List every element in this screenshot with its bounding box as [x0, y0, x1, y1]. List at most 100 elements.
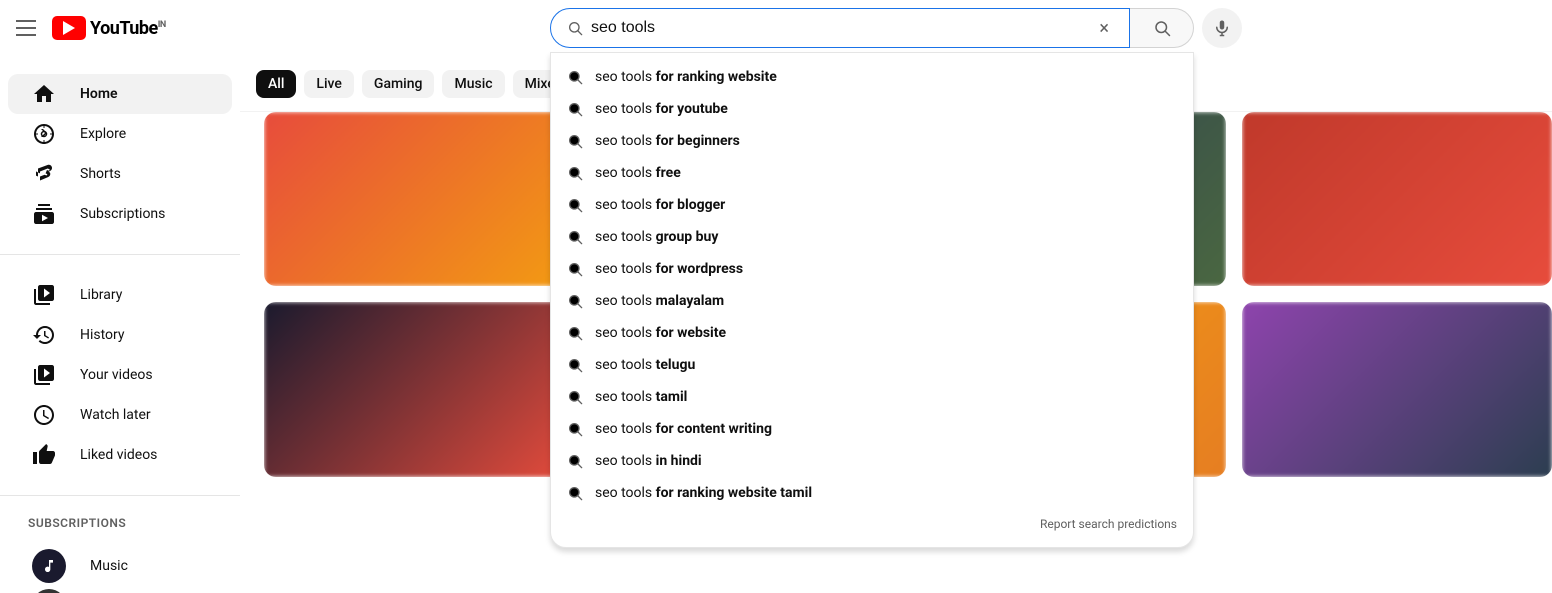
- sidebar-item-library[interactable]: Library: [8, 275, 232, 315]
- sidebar-item-your-videos[interactable]: Your videos: [8, 355, 232, 395]
- video-card-4[interactable]: [1242, 112, 1552, 286]
- suggestion-5[interactable]: seo tools for blogger: [551, 189, 1193, 221]
- chip-live[interactable]: Live: [304, 70, 353, 98]
- suggestion-search-icon: [567, 485, 583, 501]
- suggestion-4[interactable]: seo tools free: [551, 157, 1193, 189]
- sidebar-divider-1: [0, 254, 240, 255]
- suggestion-13[interactable]: seo tools in hindi: [551, 445, 1193, 477]
- video-thumb-4: [1242, 112, 1552, 286]
- search-icon-left: [567, 20, 583, 36]
- youtube-logo-icon: [52, 16, 86, 40]
- video-card-8[interactable]: [1242, 302, 1552, 476]
- clear-button[interactable]: ×: [1095, 14, 1113, 43]
- music-channel-icon: [32, 549, 66, 583]
- report-predictions[interactable]: Report search predictions: [551, 509, 1193, 539]
- sidebar-library-nav: Library History Your videos: [0, 267, 240, 483]
- suggestion-text-1: seo tools for ranking website: [595, 69, 777, 85]
- shorts-icon: [32, 162, 56, 186]
- sidebar-divider-2: [0, 495, 240, 496]
- suggestion-search-icon: [567, 389, 583, 405]
- sports-channel-icon: [32, 589, 66, 593]
- sidebar-item-liked-videos[interactable]: Liked videos: [8, 435, 232, 475]
- history-icon: [32, 323, 56, 347]
- chip-all[interactable]: All: [256, 70, 296, 98]
- suggestion-text-11: seo tools tamil: [595, 389, 687, 405]
- sidebar-item-label-library: Library: [80, 287, 122, 303]
- sidebar-item-label-subscriptions: Subscriptions: [80, 206, 165, 222]
- library-icon: [32, 283, 56, 307]
- suggestion-text-7: seo tools for wordpress: [595, 261, 743, 277]
- suggestion-text-4: seo tools free: [595, 165, 681, 181]
- suggestion-search-icon: [567, 165, 583, 181]
- video-card-5[interactable]: [264, 302, 574, 476]
- suggestion-search-icon: [567, 453, 583, 469]
- chip-music[interactable]: Music: [442, 70, 504, 98]
- sidebar-item-home[interactable]: Home: [8, 74, 232, 114]
- search-input[interactable]: [591, 19, 1095, 37]
- suggestion-search-icon: [567, 229, 583, 245]
- topbar-left: YouTubeIN: [0, 16, 240, 40]
- home-icon: [32, 82, 56, 106]
- suggestion-10[interactable]: seo tools telugu: [551, 349, 1193, 381]
- sidebar-item-subscriptions[interactable]: Subscriptions: [8, 194, 232, 234]
- sidebar-item-explore[interactable]: Explore: [8, 114, 232, 154]
- sidebar: Home Explore Shorts: [0, 0, 240, 593]
- suggestion-text-5: seo tools for blogger: [595, 197, 725, 213]
- video-card-1[interactable]: [264, 112, 574, 286]
- country-badge: IN: [158, 20, 166, 30]
- sidebar-nav: Home Explore Shorts: [0, 66, 240, 242]
- suggestion-search-icon: [567, 69, 583, 85]
- subscriptions-icon: [32, 202, 56, 226]
- suggestion-search-icon: [567, 197, 583, 213]
- topbar-center: ×: [240, 8, 1552, 48]
- suggestion-12[interactable]: seo tools for content writing: [551, 413, 1193, 445]
- sidebar-item-label-home: Home: [80, 86, 118, 102]
- suggestion-search-icon: [567, 325, 583, 341]
- youtube-logo-text: YouTubeIN: [90, 18, 166, 39]
- suggestion-search-icon: [567, 133, 583, 149]
- video-thumb-8: [1242, 302, 1552, 476]
- youtube-logo[interactable]: YouTubeIN: [52, 16, 166, 40]
- liked-videos-icon: [32, 443, 56, 467]
- video-thumb-5: [264, 302, 574, 476]
- sidebar-item-label-history: History: [80, 327, 125, 343]
- sidebar-item-history[interactable]: History: [8, 315, 232, 355]
- suggestion-text-6: seo tools group buy: [595, 229, 718, 245]
- search-dropdown: seo tools for ranking website seo tools …: [550, 52, 1194, 548]
- subscriptions-section-title: SUBSCRIPTIONS: [0, 508, 240, 538]
- sidebar-item-watch-later[interactable]: Watch later: [8, 395, 232, 435]
- suggestion-2[interactable]: seo tools for youtube: [551, 93, 1193, 125]
- suggestion-text-14: seo tools for ranking website tamil: [595, 485, 812, 501]
- suggestion-7[interactable]: seo tools for wordpress: [551, 253, 1193, 285]
- suggestion-text-10: seo tools telugu: [595, 357, 695, 373]
- suggestion-text-12: seo tools for content writing: [595, 421, 772, 437]
- suggestion-text-8: seo tools malayalam: [595, 293, 724, 309]
- sidebar-item-sports[interactable]: Sports: [8, 586, 232, 593]
- search-container: ×: [550, 8, 1242, 48]
- sidebar-item-label-explore: Explore: [80, 126, 126, 142]
- sidebar-item-music[interactable]: Music: [8, 546, 232, 586]
- topbar: YouTubeIN ×: [0, 0, 1552, 56]
- suggestion-11[interactable]: seo tools tamil: [551, 381, 1193, 413]
- watch-later-icon: [32, 403, 56, 427]
- suggestion-search-icon: [567, 421, 583, 437]
- sidebar-item-shorts[interactable]: Shorts: [8, 154, 232, 194]
- explore-icon: [32, 122, 56, 146]
- voice-search-button[interactable]: [1202, 8, 1242, 48]
- sidebar-item-label-shorts: Shorts: [80, 166, 121, 182]
- suggestion-search-icon: [567, 261, 583, 277]
- suggestion-6[interactable]: seo tools group buy: [551, 221, 1193, 253]
- menu-button[interactable]: [16, 20, 36, 36]
- video-thumb-1: [264, 112, 574, 286]
- suggestion-9[interactable]: seo tools for website: [551, 317, 1193, 349]
- suggestion-text-3: seo tools for beginners: [595, 133, 740, 149]
- chip-gaming[interactable]: Gaming: [362, 70, 435, 98]
- sidebar-item-label-music: Music: [90, 558, 128, 574]
- suggestion-8[interactable]: seo tools malayalam: [551, 285, 1193, 317]
- search-submit-button[interactable]: [1130, 8, 1194, 48]
- suggestion-3[interactable]: seo tools for beginners: [551, 125, 1193, 157]
- suggestion-text-13: seo tools in hindi: [595, 453, 702, 469]
- suggestion-1[interactable]: seo tools for ranking website: [551, 61, 1193, 93]
- suggestion-14[interactable]: seo tools for ranking website tamil: [551, 477, 1193, 509]
- sidebar-item-label-liked-videos: Liked videos: [80, 447, 157, 463]
